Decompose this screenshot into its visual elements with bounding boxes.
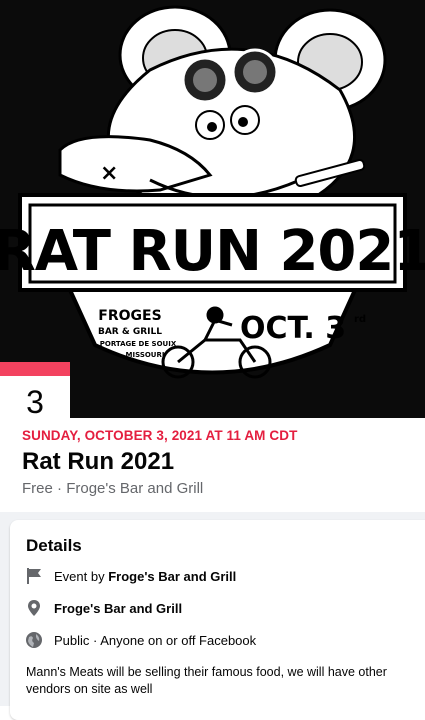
event-price: Free — [22, 480, 53, 497]
event-datetime: SUNDAY, OCTOBER 3, 2021 AT 11 AM CDT — [22, 428, 298, 443]
svg-text:FROGES: FROGES — [98, 308, 161, 324]
svg-text:×: × — [100, 161, 118, 186]
details-heading: Details — [26, 536, 82, 555]
separator: · — [52, 480, 67, 497]
location-link[interactable]: Froge's Bar and Grill — [54, 601, 182, 616]
event-date-tile: 3 — [0, 362, 70, 422]
location-row: Froge's Bar and Grill — [24, 598, 182, 618]
event-title: Rat Run 2021 — [22, 448, 175, 475]
event-cover-image[interactable]: × RAT RUN 2021 FROGES BAR & GRILL PORTAG… — [0, 0, 425, 418]
svg-text:rd: rd — [354, 314, 366, 325]
details-card: Details Event by Froge's Bar and Grill F… — [10, 520, 425, 720]
privacy-row: Public · Anyone on or off Facebook — [24, 630, 256, 650]
host-text: Event by Froge's Bar and Grill — [54, 568, 237, 584]
event-place-link[interactable]: Froge's Bar and Grill — [66, 480, 203, 497]
host-link[interactable]: Froge's Bar and Grill — [108, 569, 236, 584]
location-text: Froge's Bar and Grill — [54, 601, 182, 616]
svg-text:BAR & GRILL: BAR & GRILL — [98, 327, 162, 337]
rat-run-poster: × RAT RUN 2021 FROGES BAR & GRILL PORTAG… — [0, 0, 425, 418]
poster-banner: RAT RUN 2021 — [0, 193, 425, 292]
svg-text:MISSOURI: MISSOURI — [126, 351, 165, 359]
flag-icon — [24, 566, 44, 586]
host-row: Event by Froge's Bar and Grill — [24, 566, 236, 586]
svg-text:PORTAGE DE SOUIX: PORTAGE DE SOUIX — [100, 340, 177, 348]
map-pin-icon — [24, 598, 44, 618]
svg-text:OCT. 3: OCT. 3 — [240, 311, 346, 346]
event-subtitle: Free · Froge's Bar and Grill — [22, 480, 203, 497]
privacy-text: Public · Anyone on or off Facebook — [54, 632, 257, 648]
event-day-number: 3 — [26, 384, 44, 420]
globe-icon — [24, 630, 44, 650]
poster-banner-text: RAT RUN 2021 — [0, 219, 425, 284]
event-description: Mann's Meats will be selling their famou… — [26, 665, 387, 696]
